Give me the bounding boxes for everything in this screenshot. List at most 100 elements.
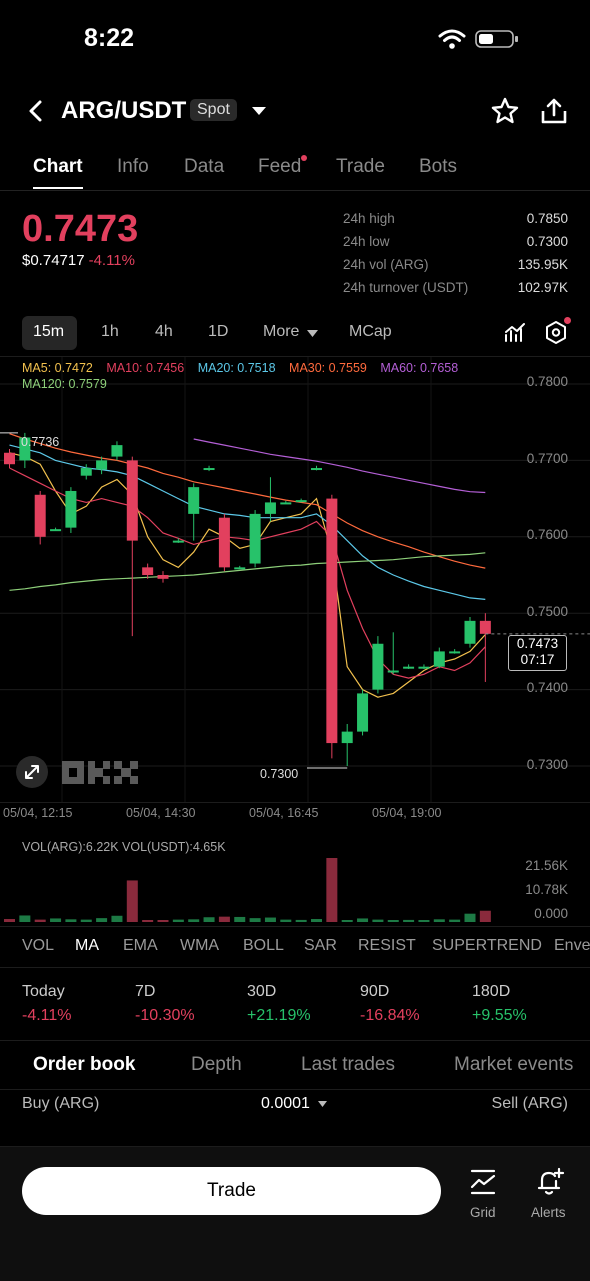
indicator-tabs: VOL MA EMA WMA BOLL SAR RESIST SUPERTREN… [0, 926, 590, 968]
indicator-vol[interactable]: VOL [22, 937, 54, 955]
tab-bots[interactable]: Bots [419, 156, 457, 178]
precision-chevron-icon[interactable] [317, 1100, 328, 1108]
chevron-down-icon[interactable] [251, 105, 267, 117]
stat-value: 102.97K [517, 280, 568, 295]
timeframe-4h[interactable]: 4h [155, 323, 173, 341]
pair-title[interactable]: ARG/USDT [61, 97, 186, 125]
indicator-envelope[interactable]: Enve [554, 937, 590, 955]
ma60-label: MA60: 0.7658 [380, 361, 459, 375]
timeframe-1d[interactable]: 1D [208, 323, 228, 341]
more-chevron-icon[interactable] [306, 329, 319, 338]
tab-chart[interactable]: Chart [33, 156, 83, 178]
low-annotation: 0.7300 [260, 767, 299, 781]
precision-select[interactable]: 0.0001 [261, 1095, 310, 1113]
ma120-line [9, 552, 486, 591]
volume-bar [372, 919, 384, 922]
candle-body [341, 731, 353, 744]
indicator-ema[interactable]: EMA [123, 937, 158, 955]
timeframe-mcap[interactable]: MCap [349, 323, 392, 341]
candle-body [234, 567, 246, 570]
tab-depth[interactable]: Depth [191, 1054, 242, 1076]
tab-data[interactable]: Data [184, 156, 224, 178]
grid-label[interactable]: Grid [470, 1205, 496, 1220]
trade-button[interactable]: Trade [22, 1167, 441, 1215]
stat-value: 0.7300 [526, 234, 568, 249]
candle-body [403, 666, 415, 669]
candle-body [387, 670, 399, 673]
candle-body [357, 693, 369, 732]
candle-body [65, 490, 77, 528]
volume-bar [80, 919, 92, 922]
candle-body [111, 445, 123, 457]
indicator-chart-icon[interactable] [503, 321, 527, 345]
alerts-bell-icon[interactable] [534, 1166, 566, 1198]
tab-info[interactable]: Info [117, 156, 149, 178]
tab-order-book[interactable]: Order book [33, 1054, 135, 1076]
perf-label: 90D [360, 983, 390, 1000]
timeframe-more[interactable]: More [263, 323, 299, 341]
timeframe-1h[interactable]: 1h [101, 323, 119, 341]
candle-body [203, 468, 215, 471]
indicator-resist[interactable]: RESIST [358, 937, 416, 955]
candle-body [418, 666, 430, 669]
perf-label: 7D [135, 983, 156, 1000]
alerts-label[interactable]: Alerts [531, 1205, 566, 1220]
candle-body [449, 651, 461, 654]
date-axis-tick: 05/04, 19:00 [372, 806, 442, 820]
chart-canvas[interactable] [0, 357, 590, 802]
tab-underline [33, 187, 83, 189]
volume-bar [188, 919, 200, 922]
top-tabs: Chart Info Data Feed Trade Bots [0, 150, 590, 191]
indicator-ma[interactable]: MA [75, 937, 99, 955]
candle-body [479, 620, 491, 634]
star-icon[interactable] [490, 96, 520, 126]
price-axis-tick: 0.7600 [526, 527, 568, 542]
volume-bar [234, 916, 246, 922]
current-price-box: 0.7473 07:17 [508, 635, 567, 671]
grid-bot-icon[interactable] [468, 1167, 498, 1197]
perf-value: +9.55% [472, 1007, 527, 1024]
usd-price-line: $0.74717 -4.11% [22, 252, 135, 269]
tab-last-trades[interactable]: Last trades [301, 1054, 395, 1076]
candle-body [280, 502, 292, 505]
timeframe-15m[interactable]: 15m [33, 323, 64, 341]
volume-chart[interactable] [0, 828, 590, 925]
sell-column-header: Sell (ARG) [491, 1095, 568, 1112]
notification-dot [301, 155, 307, 161]
indicator-boll[interactable]: BOLL [243, 937, 284, 955]
candle-countdown: 07:17 [520, 652, 555, 667]
expand-icon [25, 765, 39, 779]
volume-axis-tick: 21.56K [525, 858, 568, 873]
tab-trade[interactable]: Trade [336, 156, 385, 178]
indicator-wma[interactable]: WMA [180, 937, 219, 955]
indicator-supertrend[interactable]: SUPERTREND [432, 937, 542, 955]
volume-bar [464, 913, 476, 922]
share-icon[interactable] [539, 96, 569, 126]
volume-bar [111, 915, 123, 922]
chart-settings-icon[interactable] [544, 320, 568, 346]
volume-bar [19, 915, 31, 922]
volume-bar [96, 918, 108, 922]
candle-body [80, 468, 92, 476]
candle-body [126, 460, 138, 541]
volume-bar [126, 880, 138, 922]
candle-body [464, 620, 476, 644]
tab-market-events[interactable]: Market events [454, 1054, 573, 1076]
price-change: -4.11% [88, 252, 135, 269]
tab-feed[interactable]: Feed [258, 156, 301, 178]
volume-bar [479, 910, 491, 922]
candlestick-chart[interactable] [0, 356, 590, 803]
back-arrow-icon[interactable] [26, 99, 46, 123]
candle-body [188, 487, 200, 514]
indicator-sar[interactable]: SAR [304, 937, 337, 955]
stat-value: 135.95K [517, 257, 568, 272]
bottom-action-bar: Trade Grid Alerts [0, 1146, 590, 1281]
ma10-label: MA10: 0.7456 [106, 361, 185, 375]
fullscreen-button[interactable] [16, 756, 48, 788]
volume-bar [218, 916, 230, 922]
high-annotation: 0.7736 [21, 435, 60, 449]
buy-column-header: Buy (ARG) [22, 1095, 100, 1112]
candle-body [218, 517, 230, 568]
volume-bar [311, 919, 322, 922]
volume-bar [387, 920, 399, 922]
